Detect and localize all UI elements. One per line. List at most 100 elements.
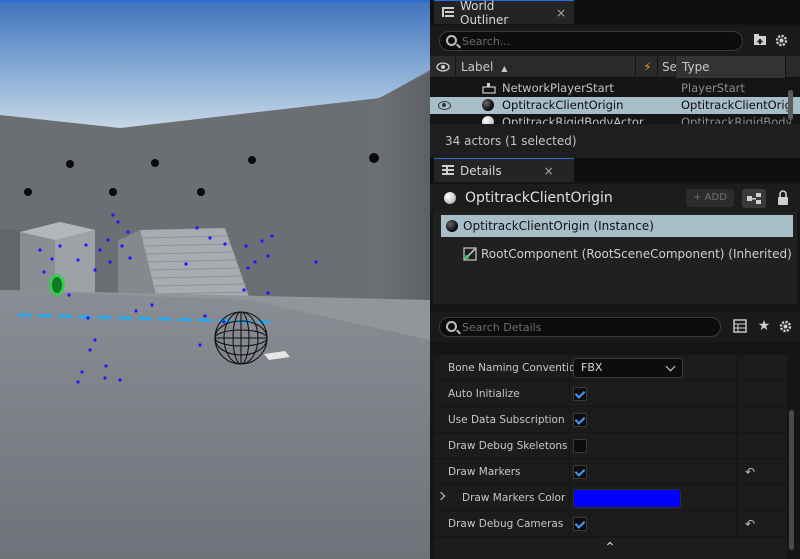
outliner-row-selected[interactable]: OptitrackClientOrigin OptitrackClientOri… [430,97,800,114]
reset-to-default-icon[interactable]: ↶ [745,517,761,531]
outliner-list-icon [442,7,454,18]
bone-naming-dropdown[interactable]: FBX [573,358,683,378]
details-list-icon [442,165,454,176]
chevron-right-icon[interactable] [436,491,446,501]
level-viewport[interactable] [0,0,430,559]
sphere-icon [446,220,458,232]
property-row-auto-initialize: Auto Initialize [433,381,787,407]
outliner-scrollbar[interactable] [788,90,793,120]
column-divider [569,407,570,433]
column-divider [569,459,570,485]
property-label: Draw Debug Skeletons [448,440,568,452]
sort-ascending-icon: ▲ [501,64,508,73]
column-divider [736,485,737,511]
auto-initialize-checkbox[interactable] [573,387,587,401]
column-divider [736,407,737,433]
property-row-bone-naming: Bone Naming Convention FBX [433,355,787,381]
player-start-icon [482,83,496,94]
gear-icon[interactable] [777,319,793,335]
column-divider [569,485,570,511]
label-column-header[interactable]: Label ▲ [456,56,636,78]
chevron-down-icon [665,361,676,372]
column-divider [736,459,737,485]
outliner-row-label: OptitrackClientOrigin [502,98,624,112]
outliner-search-placeholder: Search... [462,34,511,48]
column-divider [736,355,737,381]
tab-world-outliner[interactable]: World Outliner × [434,0,574,27]
actor-name: OptitrackClientOrigin [465,190,613,206]
close-tab-icon[interactable]: × [544,164,554,178]
collapse-up-icon[interactable]: ⌃ [433,537,787,559]
outliner-column-header: Label ▲ ⚡ Se Type [430,56,800,78]
draw-markers-color-swatch[interactable] [573,489,681,508]
visibility-column-header[interactable] [430,56,456,78]
column-divider [736,433,737,459]
tab-details-label: Details [460,163,502,178]
outliner-row-type: OptitrackClientOrigin [681,98,791,112]
sphere-icon [444,192,456,204]
tab-world-outliner-label: World Outliner [460,0,509,27]
add-folder-icon[interactable] [752,33,768,49]
outliner-status: 34 actors (1 selected) [430,124,800,158]
blueprint-icon[interactable] [742,189,766,208]
draw-debug-skeletons-checkbox[interactable] [573,439,587,453]
components-tree: OptitrackClientOrigin (Instance) RootCom… [433,212,797,304]
column-divider [569,381,570,407]
column-divider [569,433,570,459]
type-column-header[interactable]: Type [676,56,786,78]
column-divider [569,511,570,537]
outliner-row[interactable]: OptitrackRigidBodyActor OptitrackRigidBo… [430,114,800,124]
property-row-draw-markers: Draw Markers ↶ [433,459,787,485]
component-row-root[interactable]: RootComponent (RootSceneComponent) (Inhe… [441,243,793,265]
outliner-row-label: NetworkPlayerStart [502,81,614,95]
details-search-row: Search Details ★ [430,312,800,342]
property-label: Draw Markers [448,466,521,478]
outliner-row-type: OptitrackRigidBodyA [681,115,791,124]
component-label: RootComponent (RootSceneComponent) (Inhe… [481,247,792,261]
search-icon [446,35,457,46]
outliner-row-type: PlayerStart [681,81,745,95]
property-label: Draw Markers Color [462,492,566,504]
property-label: Auto Initialize [448,388,520,400]
column-divider [736,381,737,407]
lightning-icon[interactable]: ⚡ [638,56,658,78]
reset-to-default-icon[interactable]: ↶ [745,465,761,479]
column-divider [569,355,570,381]
sequencer-column-header[interactable]: Se [658,56,677,78]
property-label: Bone Naming Convention [448,362,583,374]
sphere-icon [482,99,494,111]
details-properties: Bone Naming Convention FBX Auto Initiali… [433,355,787,559]
label-column-text: Label [461,60,494,74]
visibility-eye-icon[interactable] [438,101,451,110]
property-row-use-data-subscription: Use Data Subscription [433,407,787,433]
add-component-button[interactable]: + ADD [686,189,734,207]
lock-icon[interactable] [775,190,791,206]
use-data-subscription-checkbox[interactable] [573,413,587,427]
outliner-search-row: Search... [430,26,800,56]
outliner-row[interactable]: NetworkPlayerStart PlayerStart [430,80,800,97]
component-row-instance[interactable]: OptitrackClientOrigin (Instance) [441,215,793,237]
sphere-icon [482,116,494,124]
draw-markers-checkbox[interactable] [573,465,587,479]
property-label: Use Data Subscription [448,414,565,426]
search-icon [446,321,457,332]
column-divider [736,511,737,537]
property-label: Draw Debug Cameras [448,518,564,530]
close-tab-icon[interactable]: × [556,6,566,20]
outliner-search-input[interactable]: Search... [439,31,743,51]
property-row-draw-debug-cameras: Draw Debug Cameras ↶ [433,511,787,537]
editor-side-panel: World Outliner × Search... Label ▲ ⚡ Se … [430,0,800,559]
star-icon[interactable]: ★ [756,318,772,334]
draw-debug-cameras-checkbox[interactable] [573,517,587,531]
details-search-placeholder: Search Details [462,320,542,334]
details-scrollbar[interactable] [789,410,794,550]
details-search-input[interactable]: Search Details [439,317,721,337]
component-label: OptitrackClientOrigin (Instance) [463,219,654,233]
details-tab-bar: Details × [430,158,800,182]
gear-icon[interactable] [773,33,789,49]
viewport-scene [0,0,430,559]
tab-details[interactable]: Details × [434,158,574,182]
property-row-draw-markers-color: Draw Markers Color [433,485,787,511]
property-matrix-icon[interactable] [732,319,748,335]
outliner-row-label: OptitrackRigidBodyActor [502,115,644,124]
